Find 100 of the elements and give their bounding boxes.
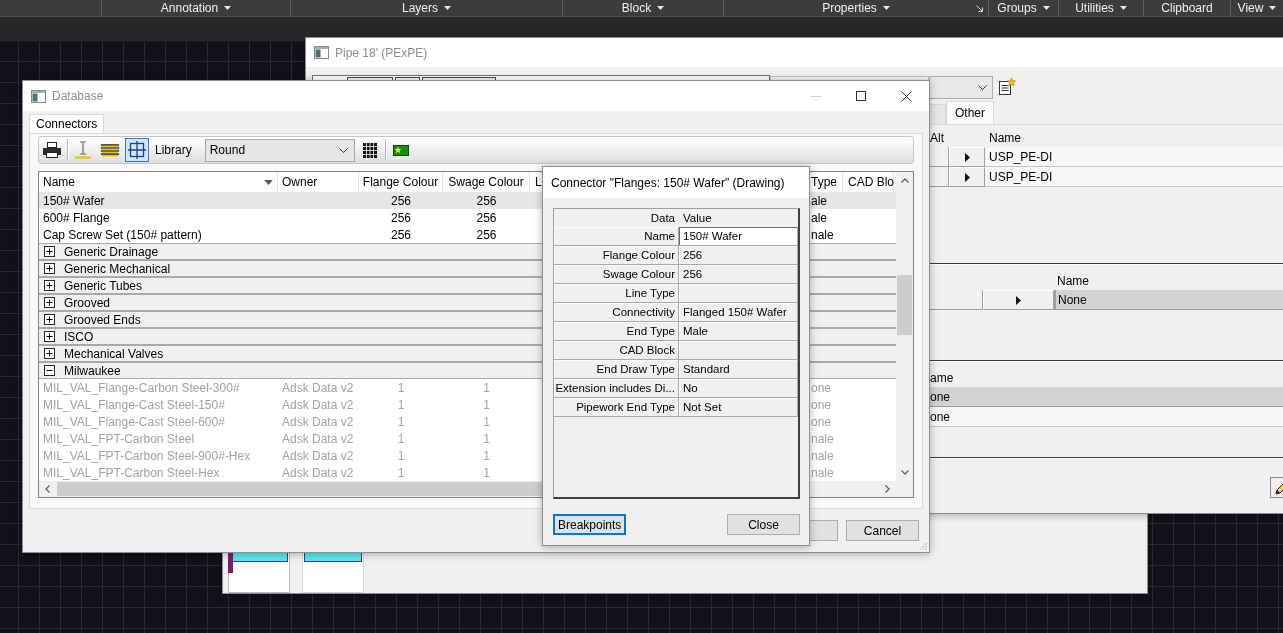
window-icon[interactable] <box>31 89 46 103</box>
column-header: Name <box>1056 273 1089 288</box>
table-cell-text: 1 <box>396 431 406 446</box>
table-cell-text: 256 <box>390 227 412 242</box>
column-header[interactable]: L <box>535 175 542 189</box>
tab[interactable]: Connectors <box>29 114 105 133</box>
column-header: Alt <box>929 130 945 145</box>
column-header[interactable]: CAD Blo <box>848 175 894 189</box>
scroll-right-icon[interactable] <box>885 485 890 493</box>
row-header-cell[interactable] <box>929 147 949 167</box>
expand-box-icon[interactable] <box>44 331 55 342</box>
ribbon-panel-button[interactable]: Utilities <box>1073 0 1129 16</box>
column-header[interactable]: Name <box>43 175 75 189</box>
column-header[interactable]: Owner <box>282 175 318 189</box>
scroll-down-icon[interactable] <box>900 470 909 475</box>
table-cell-text: 1 <box>396 448 406 463</box>
expand-box-icon[interactable] <box>44 246 55 257</box>
thumbnail-drawing[interactable] <box>228 553 290 593</box>
notepad-icon[interactable] <box>998 78 1016 96</box>
expand-box-icon[interactable] <box>44 348 55 359</box>
table-cell-text: 256 <box>475 193 498 208</box>
thumbnail-drawing[interactable] <box>302 553 364 593</box>
ribbon-panel-button[interactable]: Properties <box>820 0 892 16</box>
expand-box-icon[interactable] <box>44 280 55 291</box>
property-value[interactable]: Male <box>679 322 798 341</box>
table-cell[interactable]: USP_PE-DI <box>985 147 1283 167</box>
table-cell[interactable]: one <box>929 387 1283 407</box>
maximize-icon[interactable] <box>856 91 866 101</box>
dialog-launcher-icon[interactable] <box>976 4 983 12</box>
table-cell[interactable]: None <box>1054 290 1283 310</box>
column-header[interactable]: Type <box>811 175 837 189</box>
stack-icon <box>101 143 119 157</box>
table-cell-text: 600# Flange <box>42 210 111 225</box>
table-cell-text: 256 <box>475 210 498 225</box>
scroll-up-icon[interactable] <box>900 178 909 183</box>
table-cell[interactable]: USP_PE-DI <box>985 167 1283 187</box>
table-cell-text: 1 <box>482 397 491 412</box>
vertical-scrollbar[interactable] <box>896 172 913 497</box>
table-cell-text: 1 <box>396 397 406 412</box>
dialog-button[interactable]: Close <box>727 514 800 535</box>
table-cell-text: 256 <box>475 227 498 242</box>
ribbon-panel-button[interactable]: Groups <box>995 0 1052 16</box>
ribbon-panel-button[interactable]: Clipboard <box>1159 0 1215 16</box>
toolbar-label: Library <box>154 143 192 157</box>
row-header-cell[interactable] <box>929 290 983 310</box>
window-icon[interactable] <box>314 46 329 59</box>
table-cell[interactable]: one <box>929 407 1283 427</box>
tab[interactable]: Other <box>946 101 994 124</box>
dialog-button[interactable]: Breakpoints <box>553 514 626 535</box>
column-header[interactable]: Flange Colour <box>362 175 439 189</box>
table-cell-text: 256 <box>390 210 412 225</box>
column-header: Value <box>682 211 713 226</box>
property-label: Name <box>554 227 679 246</box>
property-label: Connectivity <box>554 303 679 322</box>
property-value[interactable]: 256 <box>679 246 798 265</box>
toolbar-button[interactable] <box>125 138 149 162</box>
table-cell-text: Adsk Data v2 <box>281 448 355 463</box>
ribbon-panel-button[interactable]: Block <box>619 0 667 16</box>
group-label: Generic Drainage <box>64 244 159 259</box>
group-label: ISCO <box>64 329 94 344</box>
table-cell-text: MIL_VAL_Flange-Carbon Steel-300# <box>42 380 241 395</box>
combo-field[interactable] <box>929 75 993 99</box>
property-value[interactable]: 256 <box>679 265 798 284</box>
table-cell-text: MIL_VAL_FPT-Carbon Steel-Hex <box>42 465 221 480</box>
table-cell-text: Adsk Data v2 <box>281 465 355 480</box>
ribbon-panel-button[interactable]: Layers <box>400 0 453 16</box>
property-value[interactable]: No <box>679 379 798 398</box>
column-header: ame <box>929 371 954 385</box>
resize-grip-icon[interactable] <box>919 542 928 551</box>
column-header[interactable]: Swage Colour <box>448 175 524 189</box>
table-cell-text: nale <box>810 227 835 242</box>
close-icon[interactable] <box>901 90 912 102</box>
ribbon-panel-button[interactable]: View <box>1235 0 1279 16</box>
table-cell-text: 1 <box>396 414 406 429</box>
property-value[interactable]: 150# Wafer <box>679 227 798 246</box>
property-value[interactable]: Not Set <box>679 398 798 417</box>
table-cell-text: 1 <box>482 465 491 480</box>
property-label: Extension includes Di... <box>554 379 679 398</box>
triangle-right-icon <box>1016 295 1021 305</box>
property-value[interactable]: Flanged 150# Wafer <box>679 303 798 322</box>
scroll-left-icon[interactable] <box>45 485 50 493</box>
row-expand-button[interactable] <box>949 167 985 187</box>
property-value[interactable]: Standard <box>679 360 798 379</box>
cancel-button[interactable]: Cancel <box>846 520 919 541</box>
column-header: Data <box>649 211 676 226</box>
row-header-cell[interactable] <box>929 167 949 187</box>
expand-box-icon[interactable] <box>44 263 55 274</box>
scrollbar-thumb[interactable] <box>897 275 912 335</box>
table-cell-text: MIL_VAL_Flange-Cast Steel-150# <box>42 397 226 412</box>
table-grid-icon <box>362 142 377 158</box>
table-cell-text: 1 <box>482 414 491 429</box>
property-label: End Type <box>554 322 679 341</box>
expand-box-icon[interactable] <box>44 314 55 325</box>
table-cell-text: one <box>810 397 833 412</box>
group-label: Grooved <box>64 295 111 310</box>
row-expand-button[interactable] <box>949 147 985 167</box>
library-combo[interactable]: Round <box>204 138 355 162</box>
ribbon-panel-button[interactable]: Annotation <box>158 0 234 16</box>
collapse-box-icon[interactable] <box>44 365 55 376</box>
expand-box-icon[interactable] <box>44 297 55 308</box>
